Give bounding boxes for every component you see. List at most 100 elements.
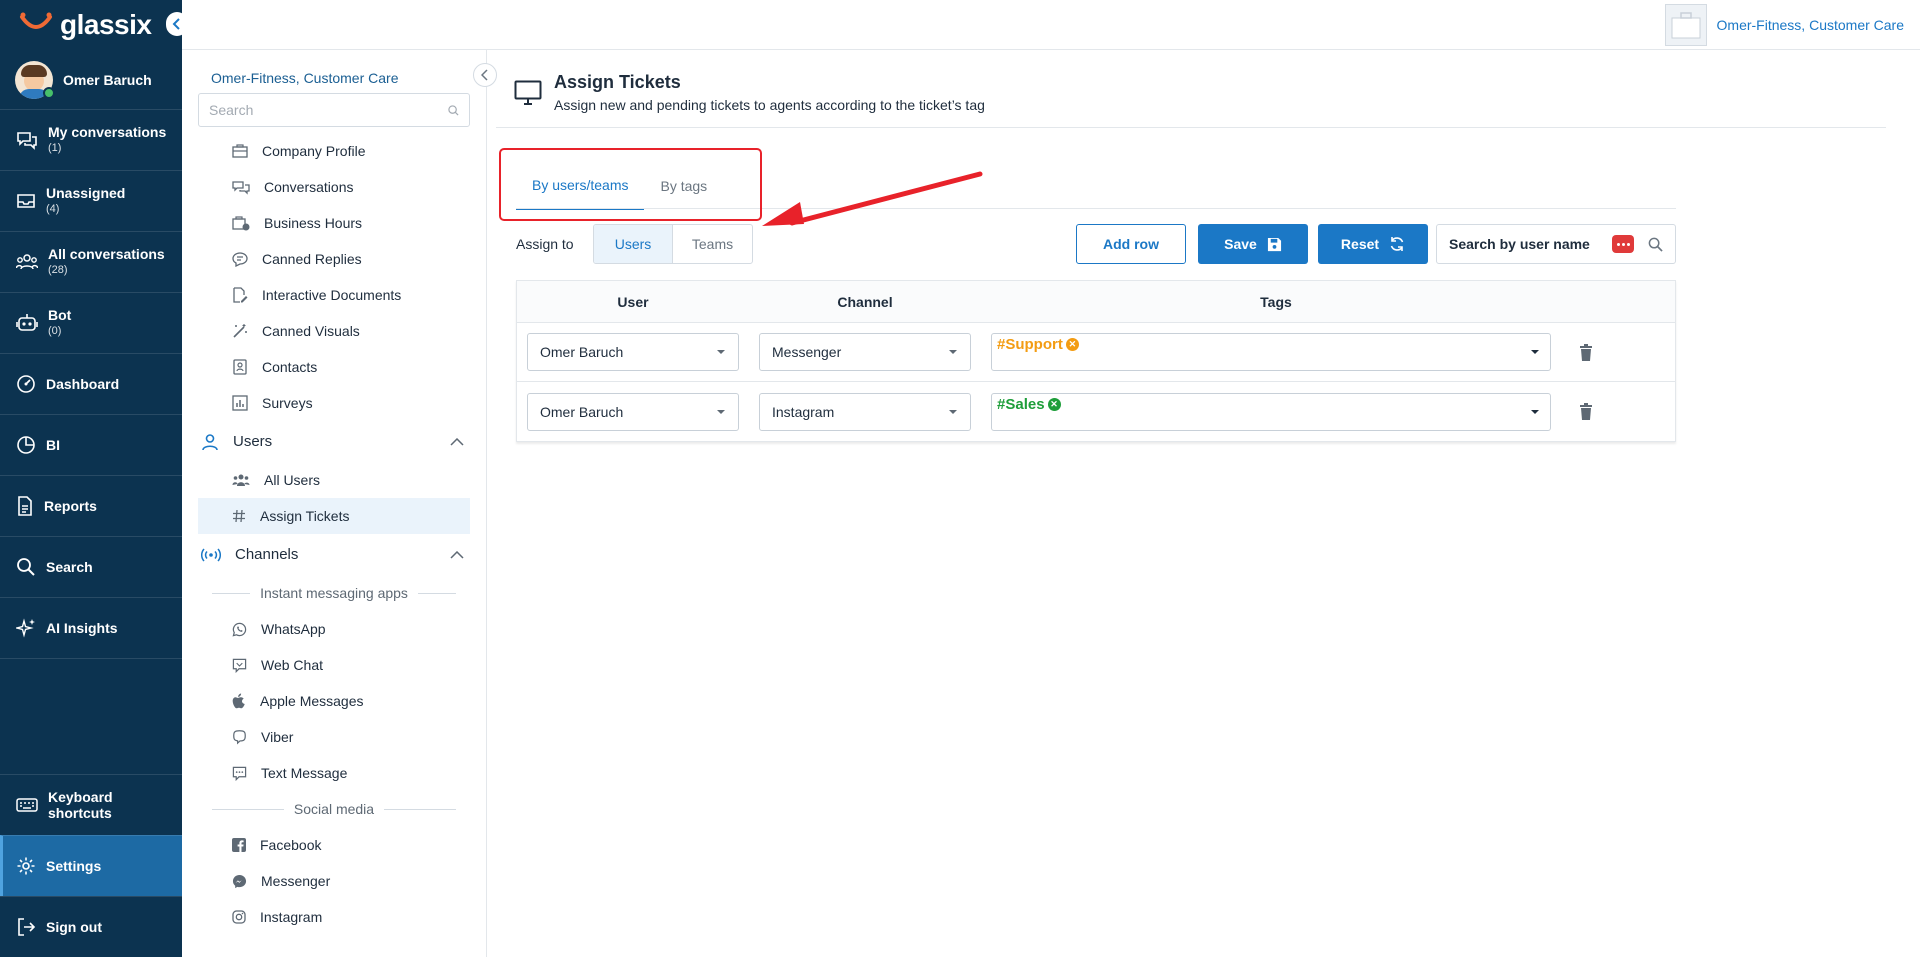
floppy-disk-icon: [1267, 237, 1281, 251]
nav-label: Keyboard shortcuts: [48, 789, 113, 821]
menu-conversations[interactable]: Conversations: [198, 169, 470, 205]
group-icon: [16, 254, 38, 270]
chat-bubbles-icon: [232, 180, 250, 195]
org-name[interactable]: Omer-Fitness, Customer Care: [1717, 17, 1904, 33]
menu-apple-messages[interactable]: Apple Messages: [198, 683, 470, 719]
menu-label: Contacts: [262, 359, 318, 375]
tag-label: #Support: [997, 336, 1063, 353]
caret-down-icon: [949, 409, 957, 414]
nav-all-conversations[interactable]: All conversations (28): [0, 232, 182, 293]
menu-business-hours[interactable]: Business Hours: [198, 205, 470, 241]
menu-company-profile[interactable]: Company Profile: [198, 133, 470, 169]
speech-bubble-icon: [232, 251, 248, 267]
nav-label: All conversations: [48, 246, 165, 262]
logo[interactable]: glassix: [0, 0, 188, 50]
menu-group-users[interactable]: Users: [198, 421, 470, 462]
briefcase-clock-icon: [232, 215, 250, 230]
web-chat-icon: [232, 658, 247, 673]
search-icon: [17, 558, 35, 576]
nav-my-conversations[interactable]: My conversations (1): [0, 110, 182, 171]
toolbar: Assign to Users Teams Add row Save Reset…: [516, 224, 1676, 264]
delete-row-icon[interactable]: [1579, 403, 1593, 420]
caret-down-icon: [1531, 409, 1539, 414]
add-row-button[interactable]: Add row: [1076, 224, 1186, 264]
nav-bi[interactable]: BI: [0, 415, 182, 476]
search-icon[interactable]: [1648, 237, 1663, 252]
nav-settings[interactable]: Settings: [0, 835, 182, 896]
nav-ai-insights[interactable]: AI Insights: [0, 598, 182, 659]
remove-tag-icon[interactable]: ✕: [1065, 338, 1079, 351]
assign-to-label: Assign to: [516, 236, 574, 252]
nav-count: (0): [48, 325, 62, 337]
channel-select-value: Messenger: [772, 344, 842, 360]
nav-reports[interactable]: Reports: [0, 476, 182, 537]
menu-viber[interactable]: Viber: [198, 719, 470, 755]
user-select[interactable]: Omer Baruch: [527, 392, 739, 431]
delete-row-icon[interactable]: [1579, 343, 1593, 361]
save-button[interactable]: Save: [1198, 224, 1308, 264]
nav-bot[interactable]: Bot (0): [0, 293, 182, 354]
menu-messenger[interactable]: Messenger: [198, 863, 470, 899]
nav-sign-out[interactable]: Sign out: [0, 896, 182, 957]
sign-out-icon: [18, 918, 36, 936]
menu-label: Surveys: [262, 395, 313, 411]
menu-facebook[interactable]: Facebook: [198, 827, 470, 863]
menu-text-message[interactable]: Text Message: [198, 755, 470, 791]
instagram-icon: [232, 910, 246, 924]
nav-label: Bot: [48, 307, 72, 323]
channel-select[interactable]: Instagram: [759, 392, 971, 431]
password-manager-icon[interactable]: [1612, 235, 1634, 253]
profile[interactable]: Omer Baruch: [0, 50, 182, 110]
remove-tag-icon[interactable]: ✕: [1047, 397, 1061, 411]
menu-assign-tickets[interactable]: Assign Tickets: [198, 498, 470, 534]
reset-button[interactable]: Reset: [1318, 224, 1428, 264]
menu-whatsapp[interactable]: WhatsApp: [198, 611, 470, 647]
menu-canned-replies[interactable]: Canned Replies: [198, 241, 470, 277]
save-label: Save: [1224, 236, 1257, 252]
menu-label: WhatsApp: [261, 621, 326, 637]
nav-label: Search: [46, 559, 93, 575]
menu-canned-visuals[interactable]: Canned Visuals: [198, 313, 470, 349]
left-nav: glassix Omer Baruch My conversations (1) …: [0, 0, 188, 957]
org-logo-icon[interactable]: [1664, 3, 1707, 46]
sms-icon: [232, 766, 247, 781]
nav-unassigned[interactable]: Unassigned (4): [0, 171, 182, 232]
collapse-settings-button[interactable]: [473, 63, 497, 87]
teams-toggle-button[interactable]: Teams: [673, 225, 752, 263]
menu-label: Apple Messages: [260, 693, 364, 709]
tags-select[interactable]: #Support ✕: [991, 333, 1551, 371]
tags-select[interactable]: #Sales ✕: [991, 392, 1551, 431]
monitor-icon: [514, 80, 542, 105]
nav-keyboard-shortcuts[interactable]: Keyboard shortcuts: [0, 774, 182, 835]
menu-surveys[interactable]: Surveys: [198, 385, 470, 421]
reset-label: Reset: [1340, 236, 1380, 252]
menu-group-channels[interactable]: Channels: [198, 534, 470, 575]
nav-label: Reports: [44, 498, 97, 514]
menu-label: Facebook: [260, 837, 322, 853]
menu-instagram[interactable]: Instagram: [198, 899, 470, 935]
users-toggle-button[interactable]: Users: [594, 225, 673, 263]
assignment-table: User Channel Tags Omer Baruch Messenger …: [516, 280, 1676, 442]
settings-search[interactable]: [198, 93, 470, 127]
menu-contacts[interactable]: Contacts: [198, 349, 470, 385]
menu-label: Canned Visuals: [262, 323, 360, 339]
channel-select[interactable]: Messenger: [759, 333, 971, 371]
nav-dashboard[interactable]: Dashboard: [0, 354, 182, 415]
menu-all-users[interactable]: All Users: [198, 462, 470, 498]
chevron-up-icon: [450, 550, 464, 559]
viber-icon: [233, 730, 246, 745]
user-select[interactable]: Omer Baruch: [527, 333, 739, 371]
caret-down-icon: [949, 350, 957, 354]
header-divider: [496, 127, 1886, 128]
chevron-left-icon: [172, 18, 180, 30]
settings-search-input[interactable]: [209, 102, 429, 118]
user-search-field[interactable]: Search by user name: [1436, 224, 1676, 264]
menu-interactive-documents[interactable]: Interactive Documents: [198, 277, 470, 313]
page-header: Assign Tickets Assign new and pending ti…: [514, 72, 985, 113]
apple-icon: [232, 693, 245, 709]
menu-divider: Social media: [198, 791, 470, 827]
nav-search[interactable]: Search: [0, 537, 182, 598]
report-icon: [18, 496, 32, 516]
menu-web-chat[interactable]: Web Chat: [198, 647, 470, 683]
broadcast-icon: [201, 548, 221, 561]
